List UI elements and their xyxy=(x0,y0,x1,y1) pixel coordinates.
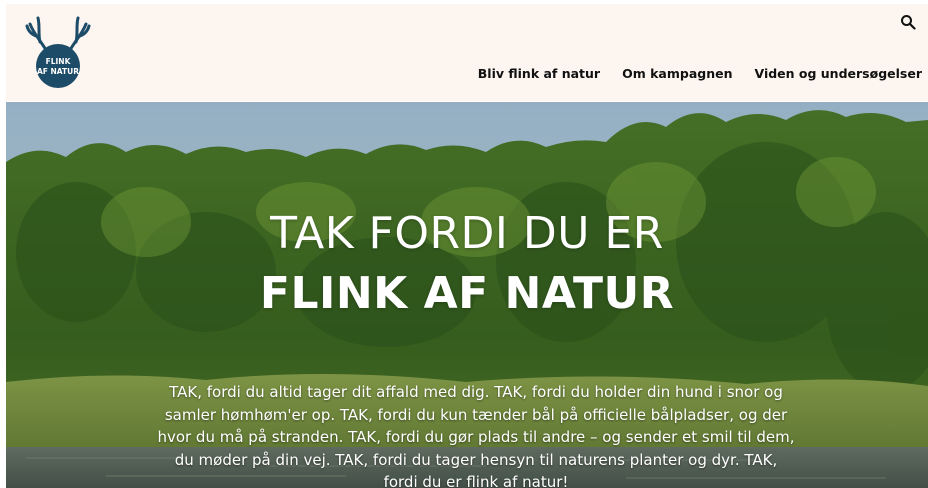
hero-body-text: TAK, fordi du altid tager dit affald med… xyxy=(157,383,795,488)
logo-text-line2: AF NATUR xyxy=(37,67,79,76)
hero-section: TAK FORDI DU ER FLINK AF NATUR TAK, ford… xyxy=(6,102,928,488)
hero-title-line1: TAK FORDI DU ER xyxy=(270,208,664,259)
antler-logo-icon: FLINK AF NATUR xyxy=(25,16,91,88)
site-logo[interactable]: FLINK AF NATUR xyxy=(24,10,92,90)
site-header: FLINK AF NATUR Bliv flink af natur Om ka… xyxy=(6,4,928,101)
nav-item-bliv-flink[interactable]: Bliv flink af natur xyxy=(478,66,600,81)
logo-text-line1: FLINK xyxy=(46,57,72,66)
hero-title-line2: FLINK AF NATUR xyxy=(259,268,675,319)
page: FLINK AF NATUR Bliv flink af natur Om ka… xyxy=(0,0,928,488)
main-nav: Bliv flink af natur Om kampagnen Viden o… xyxy=(478,66,922,81)
nav-item-om-kampagnen[interactable]: Om kampagnen xyxy=(622,66,732,81)
nav-item-viden[interactable]: Viden og undersøgelser xyxy=(754,66,922,81)
search-icon[interactable] xyxy=(900,14,916,30)
